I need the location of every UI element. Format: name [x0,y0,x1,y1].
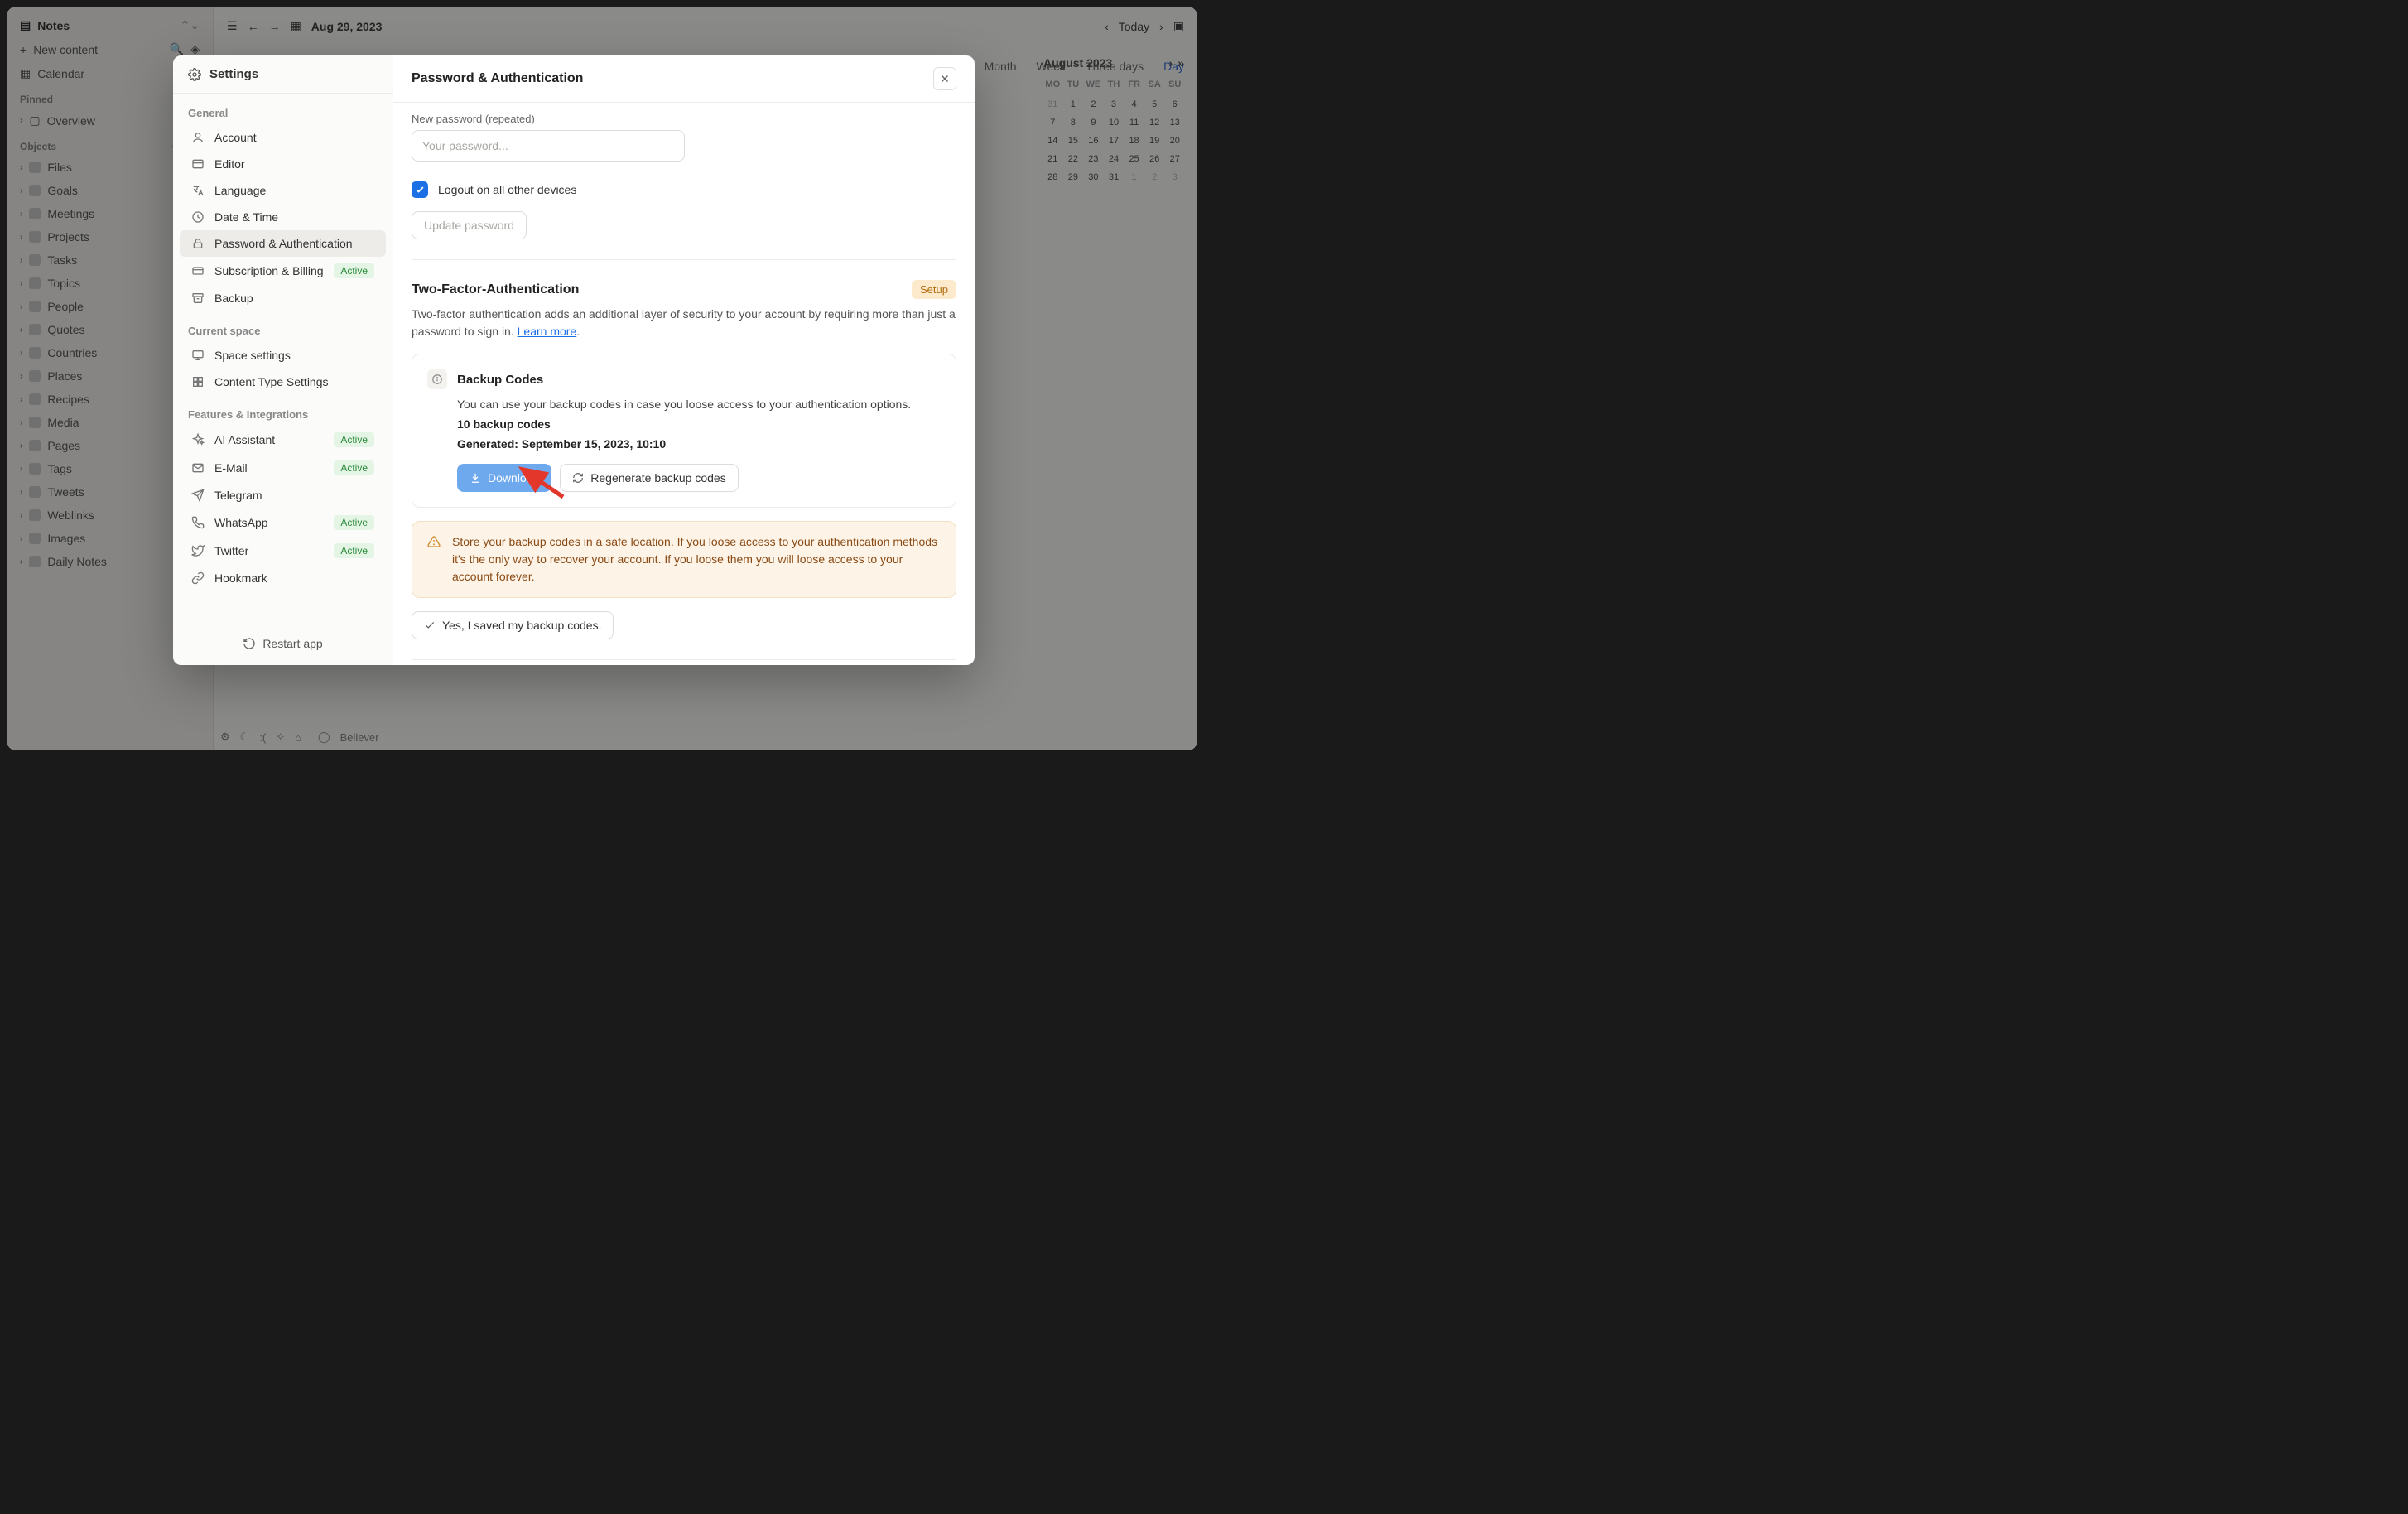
twofa-title: Two-Factor-Authentication [412,282,579,297]
regenerate-button[interactable]: Regenerate backup codes [560,464,738,492]
section-general: General [173,94,393,124]
active-badge: Active [334,263,374,278]
sidebar-item-account[interactable]: Account [180,124,386,151]
checkbox-checked-icon[interactable] [412,181,428,198]
item-label: WhatsApp [214,516,268,529]
send-icon [191,489,205,502]
item-label: Account [214,131,257,144]
active-badge: Active [334,515,374,530]
archive-icon [191,292,205,305]
modal-header: Password & Authentication [393,55,975,103]
sidebar-item-email[interactable]: E-Mail Active [180,454,386,482]
regenerate-label: Regenerate backup codes [590,471,725,485]
active-badge: Active [334,432,374,447]
backup-count: 10 backup codes [457,417,941,431]
backup-codes-desc: You can use your backup codes in case yo… [457,398,941,411]
phone-icon [191,516,205,529]
section-current-space: Current space [173,311,393,342]
sidebar-item-editor[interactable]: Editor [180,151,386,177]
card-icon [191,264,205,277]
active-badge: Active [334,460,374,475]
item-label: E-Mail [214,461,248,475]
logout-devices-label: Logout on all other devices [438,183,576,196]
settings-main: Password & Authentication New password (… [393,55,975,665]
sidebar-item-password[interactable]: Password & Authentication [180,230,386,257]
settings-modal: Settings General Account Editor Language… [173,55,975,665]
section-features: Features & Integrations [173,395,393,426]
check-icon [424,620,436,631]
sidebar-item-twitter[interactable]: Twitter Active [180,537,386,565]
twofa-section-head: Two-Factor-Authentication Setup [412,280,956,299]
settings-title-row: Settings [173,55,393,94]
learn-more-link[interactable]: Learn more [518,325,577,338]
backup-codes-panel: Backup Codes You can use your backup cod… [412,354,956,508]
refresh-icon [243,637,256,650]
download-icon [470,472,481,484]
info-icon [427,369,447,389]
user-icon [191,131,205,144]
sidebar-item-hookmark[interactable]: Hookmark [180,565,386,591]
restart-label: Restart app [262,637,322,650]
item-label: Hookmark [214,571,267,585]
warning-text: Store your backup codes in a safe locati… [452,533,941,586]
item-label: Telegram [214,489,262,502]
item-label: Editor [214,157,245,171]
sidebar-item-space-settings[interactable]: Space settings [180,342,386,369]
mail-icon [191,461,205,475]
warning-box: Store your backup codes in a safe locati… [412,521,956,598]
item-label: Subscription & Billing [214,264,324,277]
sidebar-item-language[interactable]: Language [180,177,386,204]
close-button[interactable] [933,67,956,90]
logout-devices-row[interactable]: Logout on all other devices [412,181,956,198]
item-label: Backup [214,292,253,305]
sidebar-item-telegram[interactable]: Telegram [180,482,386,509]
language-icon [191,184,205,197]
warning-icon [427,535,441,586]
layout-icon [191,157,205,171]
sidebar-item-ai[interactable]: AI Assistant Active [180,426,386,454]
download-label: Download [488,471,539,485]
twofa-desc: Two-factor authentication adds an additi… [412,306,956,340]
lock-icon [191,237,205,250]
confirm-saved-label: Yes, I saved my backup codes. [442,619,601,632]
clock-icon [191,210,205,224]
generated-date: Generated: September 15, 2023, 10:10 [457,437,941,451]
download-button[interactable]: Download [457,464,551,492]
modal-body: New password (repeated) Logout on all ot… [393,103,975,665]
refresh-icon [572,472,584,484]
link-icon [191,571,205,585]
settings-title: Settings [209,67,258,81]
sidebar-item-content-type[interactable]: Content Type Settings [180,369,386,395]
setup-badge: Setup [912,280,956,299]
update-password-button[interactable]: Update password [412,211,527,239]
active-badge: Active [334,543,374,558]
item-label: Date & Time [214,210,278,224]
grid-icon [191,375,205,388]
sidebar-item-subscription[interactable]: Subscription & Billing Active [180,257,386,285]
sidebar-item-datetime[interactable]: Date & Time [180,204,386,230]
item-label: Language [214,184,266,197]
page-title: Password & Authentication [412,71,583,86]
settings-sidebar: Settings General Account Editor Language… [173,55,393,665]
item-label: Space settings [214,349,291,362]
restart-app-button[interactable]: Restart app [173,622,393,665]
backup-codes-title: Backup Codes [457,373,543,387]
item-label: AI Assistant [214,433,275,446]
sidebar-item-whatsapp[interactable]: WhatsApp Active [180,509,386,537]
gear-icon [188,68,201,81]
sparkle-icon [191,433,205,446]
panel-head: Backup Codes [427,369,941,389]
password-label: New password (repeated) [412,113,956,125]
item-label: Content Type Settings [214,375,329,388]
sidebar-item-backup[interactable]: Backup [180,285,386,311]
monitor-icon [191,349,205,362]
confirm-saved-button[interactable]: Yes, I saved my backup codes. [412,611,614,639]
item-label: Twitter [214,544,248,557]
password-input[interactable] [412,130,685,162]
item-label: Password & Authentication [214,237,353,250]
twitter-icon [191,544,205,557]
